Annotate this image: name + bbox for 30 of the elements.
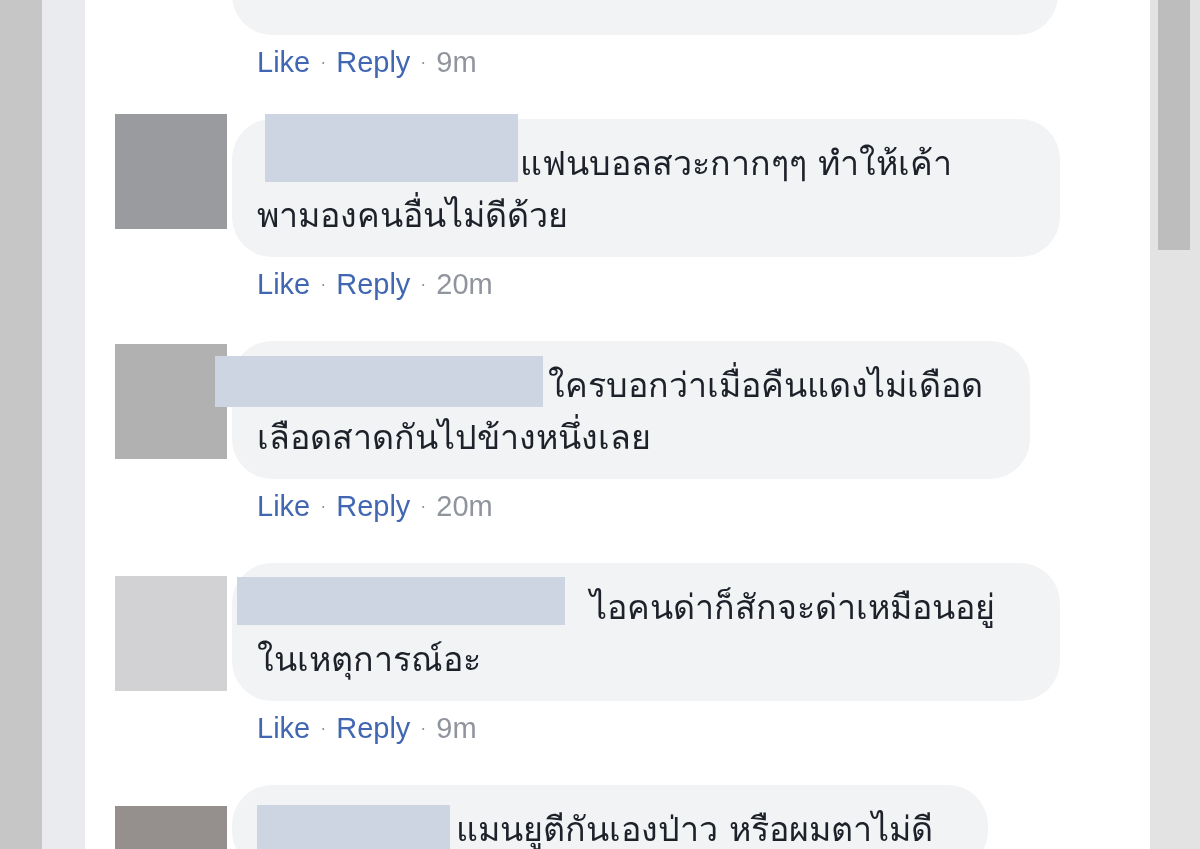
separator-dot: · xyxy=(420,51,427,74)
separator-dot: · xyxy=(420,273,427,296)
like-link[interactable]: Like xyxy=(257,710,311,746)
reply-link[interactable]: Reply xyxy=(336,44,411,80)
comment-text: ไอคนด่าก็สักจะด่าเหมือนอยู่ xyxy=(590,586,995,630)
avatar[interactable] xyxy=(115,114,227,229)
comment-time: 9m xyxy=(436,45,477,80)
comment-text: พามองคนอื่นไม่ดีด้วย xyxy=(257,189,568,241)
comment-text: แฟนบอลสวะกากๆๆ ทำให้เค้า xyxy=(520,142,952,185)
comment-text: ในเหตุการณ์อะ xyxy=(257,638,481,682)
comment-time: 20m xyxy=(436,489,493,524)
like-link[interactable]: Like xyxy=(257,266,311,302)
separator-dot: · xyxy=(420,717,427,740)
avatar[interactable] xyxy=(115,576,227,691)
separator-dot: · xyxy=(320,51,327,74)
scrollbar-thumb[interactable] xyxy=(1158,0,1190,250)
reply-link[interactable]: Reply xyxy=(336,488,411,524)
comment-time: 9m xyxy=(436,711,477,746)
reply-link[interactable]: Reply xyxy=(336,710,411,746)
comment-text: เลือดสาดกันไปข้างหนึ่งเลย xyxy=(257,411,651,463)
avatar[interactable] xyxy=(115,344,227,459)
separator-dot: · xyxy=(320,495,327,518)
separator-dot: · xyxy=(320,273,327,296)
separator-dot: · xyxy=(320,717,327,740)
comment-text: ใครบอกว่าเมื่อคืนแดงไม่เดือด xyxy=(548,359,983,411)
separator-dot: · xyxy=(420,495,427,518)
comment-time: 20m xyxy=(436,267,493,302)
reply-link[interactable]: Reply xyxy=(336,266,411,302)
like-link[interactable]: Like xyxy=(257,488,311,524)
like-link[interactable]: Like xyxy=(257,44,311,80)
